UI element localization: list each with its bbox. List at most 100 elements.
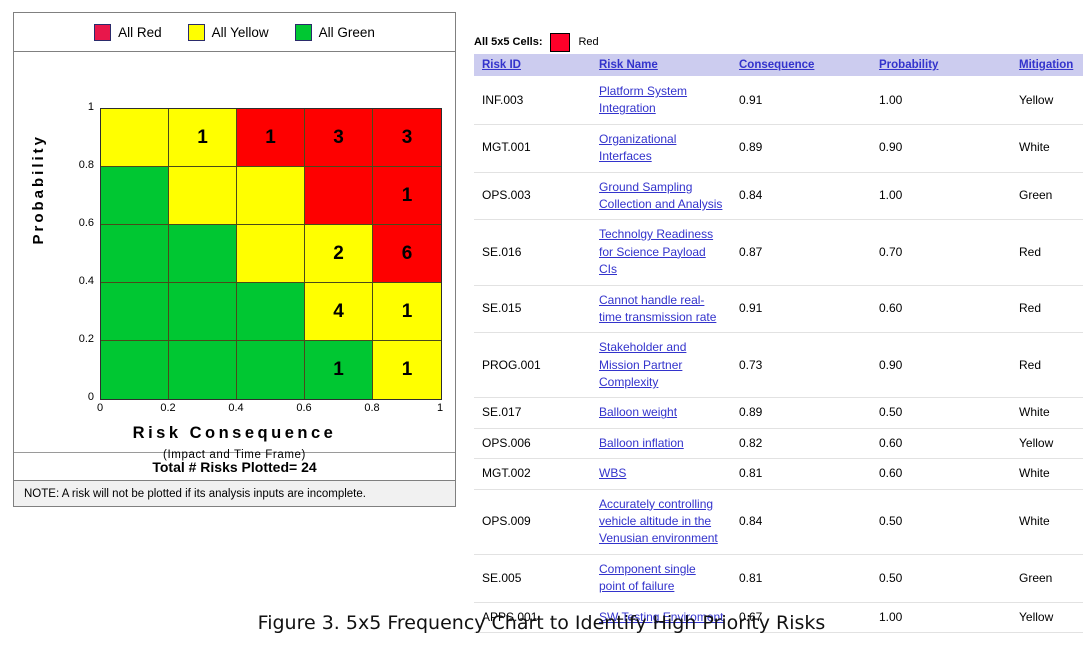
matrix-cell (305, 167, 373, 225)
chart-legend: All Red All Yellow All Green (14, 13, 455, 52)
matrix-cell: 3 (373, 109, 441, 167)
cell-risk-id: SE.016 (474, 219, 591, 286)
plot-area: Probability 1 0.8 0.6 0.4 0.2 0 11331264111 0… (14, 52, 455, 461)
yellow-square-swatch (187, 23, 205, 41)
risk-name-link[interactable]: Ground Sampling Collection and Analysis (599, 180, 722, 211)
cell-risk-id: MGT.002 (474, 458, 591, 490)
cell-consequence: 0.89 (731, 124, 871, 173)
table-body: INF.003 Platform System Integration 0.91 1.… (474, 76, 1083, 633)
risk-matrix-grid: 11331264111 (100, 108, 442, 400)
risk-name-link[interactable]: Accurately controlling vehicle altitude … (599, 497, 718, 546)
cell-probability: 0.60 (871, 458, 1011, 490)
table-row: INF.003 Platform System Integration 0.91 1.… (474, 76, 1083, 125)
y-tick-label: 0.2 (78, 333, 94, 345)
table-row: OPS.003 Ground Sampling Collection and An… (474, 172, 1083, 221)
x-tick-label: 0.6 (296, 402, 312, 414)
cell-mitigation: White (1011, 458, 1083, 490)
matrix-cell: 6 (373, 225, 441, 283)
risk-name-link[interactable]: Technolgy Readiness for Science Payload … (599, 227, 713, 276)
cell-risk-id: OPS.009 (474, 489, 591, 555)
column-header-probability[interactable]: Probability (871, 54, 1011, 77)
cell-probability: 0.90 (871, 332, 1011, 399)
cell-probability: 0.60 (871, 285, 1011, 334)
cell-probability: 0.70 (871, 219, 1011, 286)
cell-probability: 0.50 (871, 397, 1011, 429)
cell-risk-name: Component single point of failure (591, 554, 731, 603)
risk-name-link[interactable]: Cannot handle real-time transmission rat… (599, 293, 716, 324)
matrix-cell (169, 341, 237, 399)
red-square-swatch (550, 32, 571, 52)
y-tick-label: 0.8 (78, 159, 94, 171)
matrix-cell (169, 225, 237, 283)
cell-consequence: 0.82 (731, 428, 871, 460)
cell-mitigation: White (1011, 397, 1083, 429)
risk-name-link[interactable]: Organizational Interfaces (599, 132, 676, 163)
risk-name-link[interactable]: Balloon weight (599, 405, 677, 419)
column-header-consequence[interactable]: Consequence (731, 54, 871, 77)
cell-consequence: 0.73 (731, 332, 871, 399)
cell-probability: 1.00 (871, 172, 1011, 221)
risk-name-link[interactable]: Platform System Integration (599, 84, 687, 115)
column-header-risk-id[interactable]: Risk ID (474, 54, 591, 77)
cell-probability: 1.00 (871, 76, 1011, 125)
cell-mitigation: Yellow (1011, 76, 1083, 125)
cell-consequence: 0.91 (731, 76, 871, 125)
cell-risk-id: MGT.001 (474, 124, 591, 173)
table-row: SE.005 Component single point of failure 0… (474, 554, 1083, 603)
table-row: MGT.001 Organizational Interfaces 0.89 0.90… (474, 124, 1083, 173)
matrix-cell (237, 283, 305, 341)
cell-consequence: 0.84 (731, 489, 871, 555)
cell-probability: 0.50 (871, 554, 1011, 603)
column-header-risk-name[interactable]: Risk Name (591, 54, 731, 77)
red-square-swatch (94, 23, 112, 41)
matrix-cell (101, 109, 169, 167)
matrix-cell (169, 283, 237, 341)
frequency-chart-panel: All Red All Yellow All Green Probability 1… (13, 12, 456, 507)
cell-mitigation: Green (1011, 172, 1083, 221)
legend-label: All Green (318, 24, 375, 40)
cell-consequence: 0.81 (731, 554, 871, 603)
matrix-cell (237, 167, 305, 225)
y-axis-label: Probability (30, 134, 47, 245)
matrix-cell: 1 (305, 341, 373, 399)
table-row: PROG.001 Stakeholder and Mission Partner … (474, 332, 1083, 399)
risk-name-link[interactable]: Balloon inflation (599, 436, 684, 450)
cell-mitigation: Red (1011, 285, 1083, 334)
all-cells-label: All 5x5 Cells: (474, 36, 543, 48)
legend-item: All Green (294, 23, 375, 41)
legend-label: All Yellow (211, 24, 269, 40)
y-axis-ticks: 1 0.8 0.6 0.4 0.2 0 (56, 52, 94, 452)
matrix-cell: 1 (373, 283, 441, 341)
cell-risk-name: Stakeholder and Mission Partner Complexi… (591, 332, 731, 399)
risk-name-link[interactable]: WBS (599, 466, 626, 480)
cell-risk-id: INF.003 (474, 76, 591, 125)
risk-name-link[interactable]: Component single point of failure (599, 562, 696, 593)
y-tick-label: 1 (87, 101, 94, 113)
table-row: SE.016 Technolgy Readiness for Science Pa… (474, 219, 1083, 286)
matrix-cell (101, 167, 169, 225)
matrix-cell (101, 225, 169, 283)
cell-risk-id: SE.015 (474, 285, 591, 334)
matrix-cell: 3 (305, 109, 373, 167)
matrix-cell (169, 167, 237, 225)
x-tick-label: 0 (96, 402, 104, 414)
green-square-swatch (294, 23, 312, 41)
cell-risk-name: Ground Sampling Collection and Analysis (591, 172, 731, 221)
cell-mitigation: White (1011, 489, 1083, 555)
risk-name-link[interactable]: Stakeholder and Mission Partner Complexi… (599, 340, 686, 389)
x-axis-ticks: 0 0.2 0.4 0.6 0.8 1 (97, 402, 443, 418)
cell-consequence: 0.84 (731, 172, 871, 221)
x-tick-label: 1 (436, 402, 444, 414)
cell-consequence: 0.87 (731, 219, 871, 286)
cell-consequence: 0.81 (731, 458, 871, 490)
cell-risk-name: Balloon weight (591, 397, 731, 429)
cell-risk-id: SE.005 (474, 554, 591, 603)
cell-risk-name: Platform System Integration (591, 76, 731, 125)
matrix-cell: 4 (305, 283, 373, 341)
cell-risk-name: Organizational Interfaces (591, 124, 731, 173)
table-row: OPS.009 Accurately controlling vehicle al… (474, 489, 1083, 555)
column-header-mitigation[interactable]: Mitigation (1011, 54, 1083, 77)
matrix-cell: 1 (373, 167, 441, 225)
legend-item: All Yellow (187, 23, 269, 41)
cell-mitigation: Red (1011, 332, 1083, 399)
